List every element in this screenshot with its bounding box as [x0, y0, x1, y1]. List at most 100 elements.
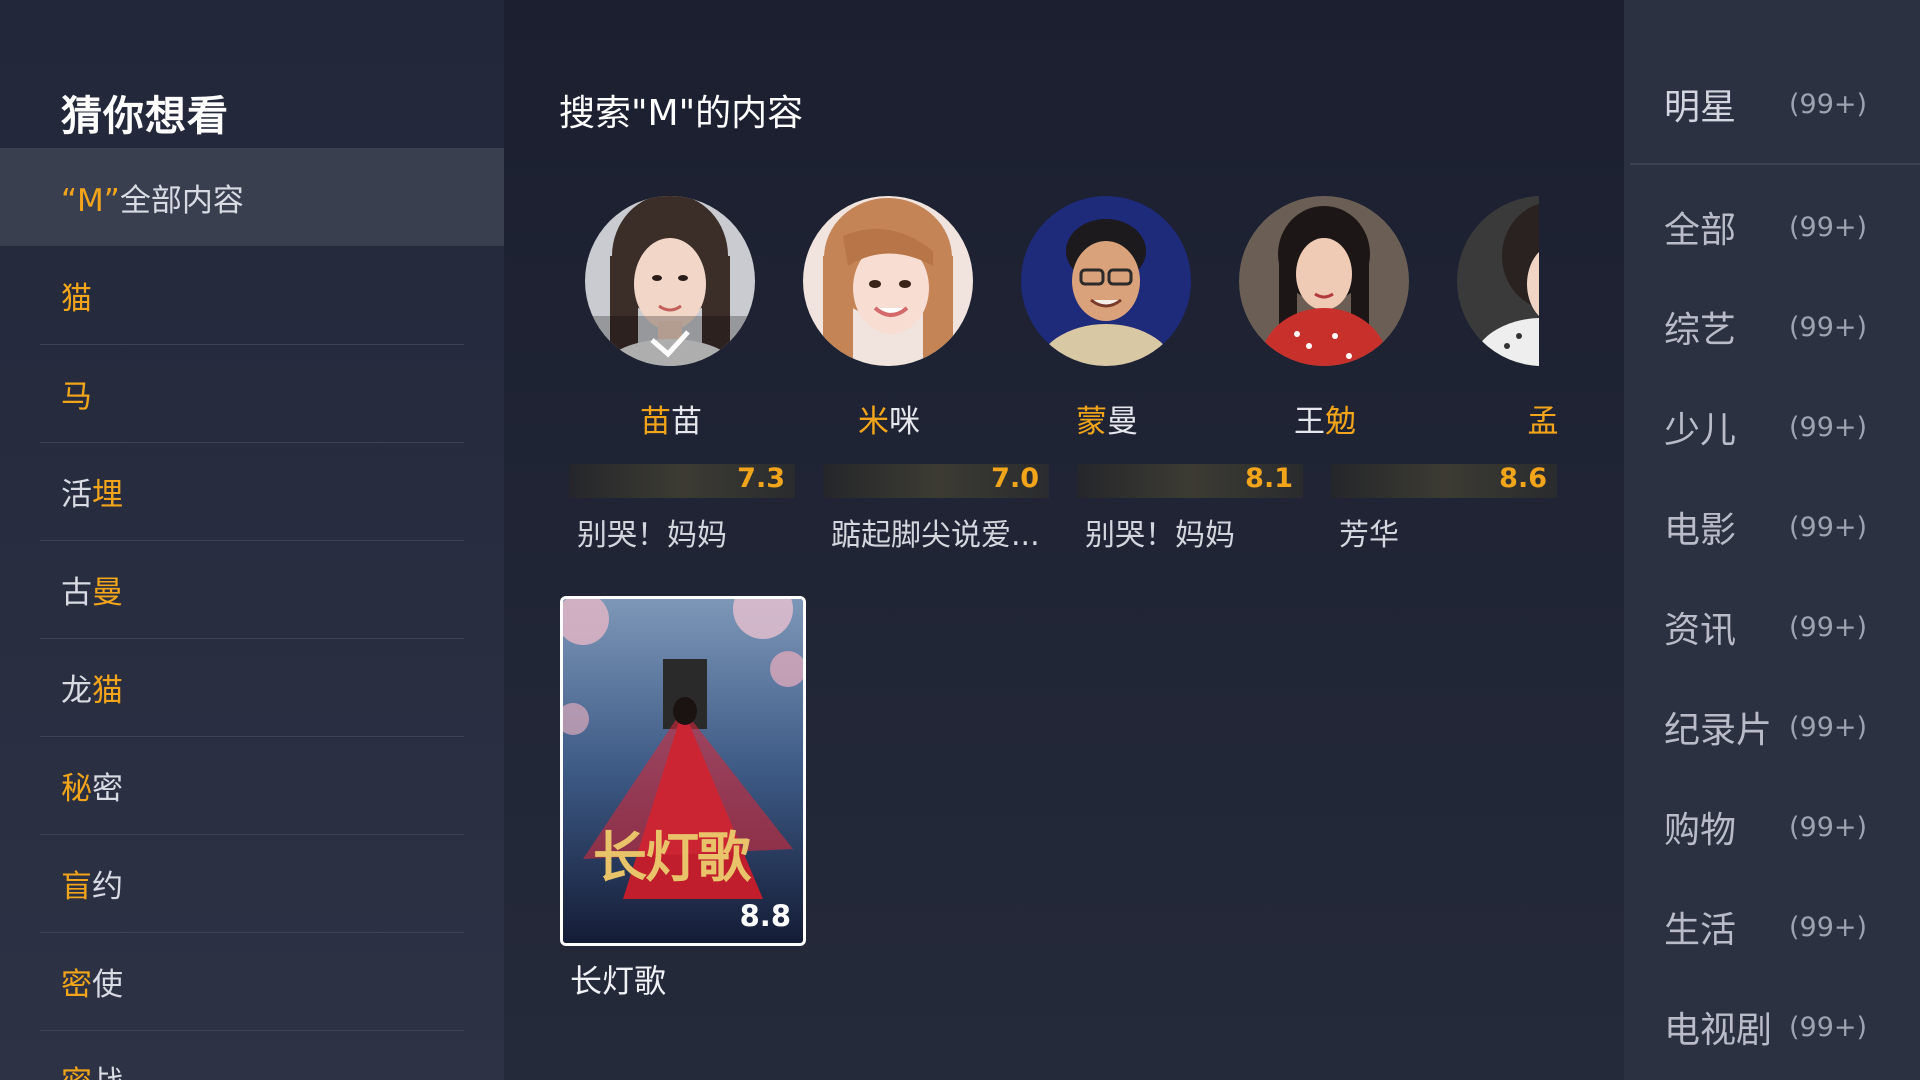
- work-card[interactable]: 8.6 芳华: [1331, 463, 1557, 554]
- work-thumbnail: 7.0: [823, 463, 1049, 498]
- category-name: 全部: [1664, 210, 1737, 251]
- suggestion-text: 古: [61, 574, 92, 611]
- suggestion-highlight: 密: [61, 966, 92, 1003]
- suggestion-sidebar: 猜你想看 “M”全部内容 猫 马 活埋 古曼 龙猫 秘密 盲约 密使 密战: [0, 0, 504, 1080]
- category-name: 综艺: [1664, 310, 1737, 351]
- work-score: 7.0: [991, 463, 1039, 494]
- suggestion-item[interactable]: 猫: [0, 246, 504, 344]
- divider: [1630, 163, 1920, 165]
- category-item[interactable]: 全部 (99+): [1664, 197, 1904, 257]
- category-count: (99+): [1789, 211, 1868, 243]
- work-card[interactable]: 8.1 别哭！妈妈: [1077, 463, 1303, 554]
- suggestion-text: 战: [92, 1065, 123, 1080]
- work-score: 8.6: [1499, 463, 1547, 494]
- category-item[interactable]: 生活 (99+): [1664, 897, 1904, 957]
- suggestion-highlight: 埋: [92, 476, 123, 513]
- person-card[interactable]: 孟: [1457, 196, 1624, 440]
- poster-card[interactable]: 长灯歌 8.8: [560, 596, 806, 946]
- work-title: 芳华: [1339, 518, 1399, 553]
- suggestion-text: 约: [92, 868, 123, 905]
- work-score: 7.3: [737, 463, 785, 494]
- sidebar-title: 猜你想看: [61, 92, 229, 140]
- suggestion-item[interactable]: 活埋: [0, 442, 504, 540]
- person-name: 米咪: [858, 404, 920, 440]
- work-thumbnail: 7.3: [569, 463, 795, 498]
- avatar: [1239, 196, 1409, 366]
- suggestion-highlight: 秘: [61, 770, 92, 807]
- person-card[interactable]: 蒙曼: [1021, 196, 1193, 440]
- work-thumbnail: 8.6: [1331, 463, 1557, 498]
- suggestion-item[interactable]: 古曼: [0, 540, 504, 638]
- category-item[interactable]: 纪录片 (99+): [1664, 697, 1904, 757]
- category-count: (99+): [1789, 911, 1868, 943]
- avatar: [1457, 196, 1539, 366]
- avatar: [803, 196, 973, 366]
- suggestion-item[interactable]: 密使: [0, 932, 504, 1030]
- category-name: 明星: [1664, 87, 1737, 128]
- category-name: 购物: [1664, 810, 1737, 851]
- work-card[interactable]: 7.0 踮起脚尖说爱...: [823, 463, 1049, 554]
- suggestion-item[interactable]: 密战: [0, 1030, 504, 1080]
- results-title: 搜索"M"的内容: [559, 93, 804, 134]
- person-name: 苗苗: [640, 404, 702, 440]
- category-name: 少儿: [1664, 410, 1737, 451]
- category-item[interactable]: 购物 (99+): [1664, 797, 1904, 857]
- category-name: 电影: [1664, 510, 1737, 551]
- category-count: (99+): [1789, 88, 1868, 120]
- work-title: 别哭！妈妈: [1085, 518, 1235, 553]
- suggestion-text: 使: [92, 966, 123, 1003]
- suggestion-text: 龙: [61, 672, 92, 709]
- category-item[interactable]: 电视剧 (99+): [1664, 997, 1904, 1057]
- suggestion-text: 活: [61, 476, 92, 513]
- category-count: (99+): [1789, 1011, 1868, 1043]
- suggestion-highlight: 马: [61, 378, 92, 415]
- search-results: 搜索"M"的内容 苗苗 米咪 蒙曼 王勉 孟 7.3 别哭！妈妈 7.0 踮起脚…: [504, 0, 1624, 1080]
- category-count: (99+): [1789, 611, 1868, 643]
- person-name: 孟: [1527, 404, 1559, 440]
- category-item[interactable]: 资讯 (99+): [1664, 597, 1904, 657]
- category-name: 电视剧: [1664, 1010, 1773, 1051]
- work-title: 踮起脚尖说爱...: [831, 518, 1040, 553]
- check-icon: [650, 330, 690, 358]
- suggestion-item[interactable]: 马: [0, 344, 504, 442]
- suggestion-highlight: 密: [61, 1065, 92, 1080]
- work-card[interactable]: 7.3 别哭！妈妈: [569, 463, 795, 554]
- suggestion-text: 全部内容: [119, 182, 244, 219]
- avatar: [1021, 196, 1191, 366]
- category-name: 生活: [1664, 910, 1737, 951]
- category-count: (99+): [1789, 411, 1868, 443]
- person-name: 蒙曼: [1076, 404, 1138, 440]
- poster-score: 8.8: [739, 899, 791, 933]
- person-name: 王勉: [1294, 404, 1356, 440]
- category-count: (99+): [1789, 511, 1868, 543]
- avatar: [585, 196, 755, 366]
- suggestion-highlight: 猫: [92, 672, 123, 709]
- category-item[interactable]: 明星 (99+): [1664, 74, 1904, 134]
- suggestion-highlight: 曼: [92, 574, 123, 611]
- category-item[interactable]: 少儿 (99+): [1664, 397, 1904, 457]
- work-score: 8.1: [1245, 463, 1293, 494]
- category-count: (99+): [1789, 811, 1868, 843]
- suggestion-item-all-m[interactable]: “M”全部内容: [0, 148, 504, 246]
- category-count: (99+): [1789, 311, 1868, 343]
- category-item[interactable]: 电影 (99+): [1664, 497, 1904, 557]
- suggestion-highlight: 盲: [61, 868, 92, 905]
- work-thumbnail: 8.1: [1077, 463, 1303, 498]
- poster-title: 长灯歌: [570, 962, 667, 1000]
- poster-logo-text: 长灯歌: [593, 825, 751, 889]
- category-item[interactable]: 综艺 (99+): [1664, 297, 1904, 357]
- category-name: 纪录片: [1664, 710, 1773, 751]
- person-card[interactable]: 苗苗: [585, 196, 757, 440]
- suggestion-item[interactable]: 盲约: [0, 834, 504, 932]
- suggestion-item[interactable]: 龙猫: [0, 638, 504, 736]
- category-panel: 明星 (99+) 全部 (99+) 综艺 (99+) 少儿 (99+) 电影 (…: [1624, 0, 1920, 1080]
- category-name: 资讯: [1664, 610, 1737, 651]
- work-title: 别哭！妈妈: [577, 518, 727, 553]
- person-card[interactable]: 米咪: [803, 196, 975, 440]
- suggestion-item[interactable]: 秘密: [0, 736, 504, 834]
- suggestion-text: 密: [92, 770, 123, 807]
- category-count: (99+): [1789, 711, 1868, 743]
- suggestion-highlight: 猫: [61, 280, 92, 317]
- person-card[interactable]: 王勉: [1239, 196, 1411, 440]
- suggestion-highlight: “M”: [61, 182, 120, 219]
